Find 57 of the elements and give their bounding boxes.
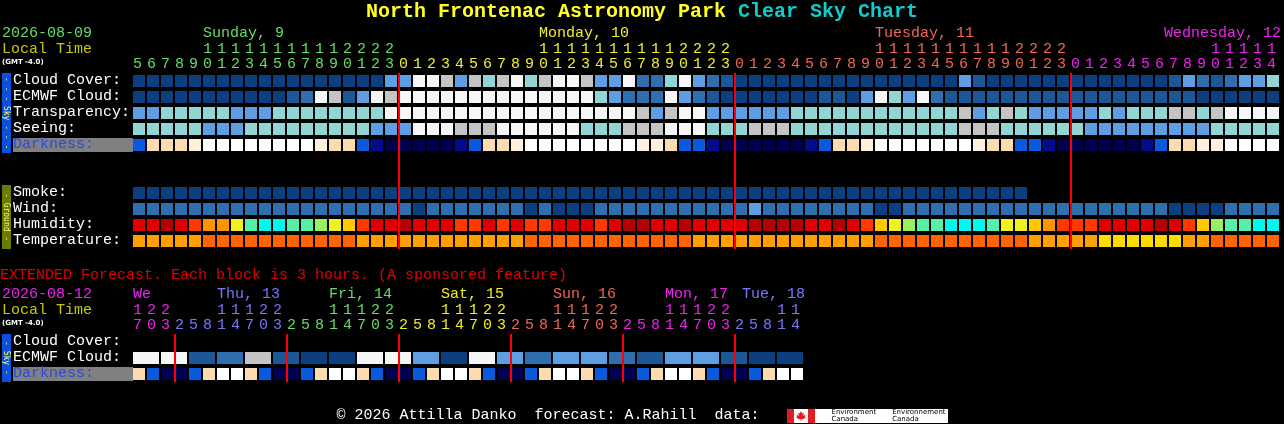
day-label: Tue, 18	[742, 287, 805, 303]
row-label: Smoke:	[13, 185, 68, 201]
day-label: Sun, 16	[553, 287, 617, 303]
hour-digits: 5678901234567890123	[133, 57, 399, 72]
chart-title: North Frontenac Astronomy Park	[365, 0, 726, 23]
day-label: We	[133, 287, 152, 303]
hour-digits: 25814	[735, 318, 805, 333]
hour-tens-digits: 11	[776, 303, 805, 318]
date-label: 2026-08-12	[2, 287, 93, 303]
hour-digits: 25814703	[623, 318, 735, 333]
day-label: Fri, 14	[329, 287, 393, 303]
hour-digits: 25814703	[175, 318, 287, 333]
hour-tens-digits: 11122	[665, 303, 735, 318]
section-tag: - Sky -	[2, 334, 11, 382]
hour-digits: 25814703	[399, 318, 511, 333]
hour-digits: 703	[133, 318, 175, 333]
hour-tens-digits: 11111111112222	[202, 42, 399, 57]
hour-tens-digits: 11111	[1210, 42, 1281, 57]
hour-tens-digits: 122	[133, 303, 175, 318]
day-label: Tuesday, 11	[874, 26, 975, 42]
row-label: ECMWF Cloud:	[13, 89, 123, 105]
day-label: Sunday, 9	[202, 26, 285, 42]
day-label: Sat, 15	[441, 287, 505, 303]
row-label: Cloud Cover:	[13, 73, 123, 89]
hour-tens-digits: 11122	[329, 303, 399, 318]
row-label: Humidity:	[13, 217, 95, 233]
row-label: Darkness:	[13, 138, 133, 152]
day-label: Monday, 10	[538, 26, 630, 42]
hour-digits: 25814703	[511, 318, 623, 333]
flag-icon	[787, 408, 816, 423]
row-label: Temperature:	[13, 233, 123, 249]
hour-digits: 012345678901234567890123	[399, 57, 735, 72]
day-label: Thu, 13	[217, 287, 281, 303]
row-label: Darkness:	[13, 367, 133, 381]
hour-tens-digits: 11122	[553, 303, 623, 318]
row-label: Transparency:	[13, 105, 132, 121]
row-label: Cloud Cover:	[13, 334, 123, 350]
hour-tens-digits: 11111111112222	[538, 42, 735, 57]
date-label: 2026-08-09	[2, 26, 93, 42]
extended-forecast-heading: EXTENDED Forecast. Each block is 3 hours. (A sponsored feature)	[0, 268, 569, 284]
hour-digits: 25814703	[287, 318, 399, 333]
row-label: ECMWF Cloud:	[13, 350, 123, 366]
chart-name: Clear Sky Chart	[738, 0, 919, 23]
day-label: Mon, 17	[665, 287, 729, 303]
hour-tens-digits: 11122	[441, 303, 511, 318]
section-tag: - - - Sky - - -	[2, 73, 11, 153]
section-tag: - Ground -	[2, 185, 11, 249]
time-zone-label: Local Time	[2, 42, 93, 58]
credit-text: © 2026 Attilla Danko forecast: A.Rahill data:	[336, 407, 760, 424]
row-label: Seeing:	[13, 121, 77, 137]
row-label: Wind:	[13, 201, 59, 217]
hour-digits: 012345678901234567890123	[735, 57, 1071, 72]
day-label: Wednesday, 12	[1163, 26, 1281, 42]
hour-tens-digits: 11111111112222	[874, 42, 1071, 57]
hour-digits: 012345678901234	[1071, 57, 1281, 72]
hour-tens-digits: 11122	[217, 303, 287, 318]
time-zone-label: Local Time	[2, 303, 93, 319]
